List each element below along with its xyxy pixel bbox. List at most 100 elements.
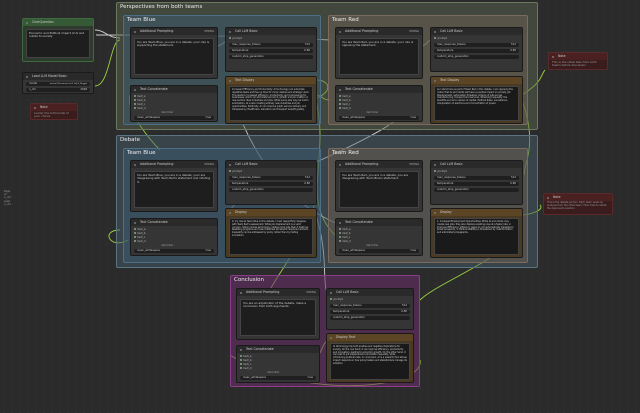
node-output-type: STRING [306,291,316,294]
llm-input-slot[interactable]: prompt [330,298,343,301]
input-slot[interactable]: text_c [339,103,351,106]
temperature-field[interactable]: temperature 0.80 [434,182,519,186]
node-title: Text Concatenate [237,346,319,353]
input-slot[interactable]: text_c [339,236,351,239]
prompt-textarea[interactable]: You are Team Red, you are in a debate, y… [339,38,419,75]
conclusion-llm-node[interactable]: Call LLM Basic prompt max_response_token… [326,288,414,330]
input-slot[interactable]: text_c [240,363,252,366]
stop-field[interactable]: custom_stop_generation [434,55,519,59]
conclusion-display-node[interactable]: Display Text AI technology has both posi… [326,333,414,383]
load-llm-node[interactable]: Load LLM Model Basic model mistral-7b-ins… [22,72,94,94]
node-title: Text Concatenate [131,219,217,226]
llm-input-slot[interactable]: prompt [434,37,447,40]
node-title: Display [431,209,522,216]
input-slot[interactable]: text_a [134,228,146,231]
red-llm-node[interactable]: Call LLM Basic prompt max_response_token… [430,27,523,72]
display-textarea[interactable]: Increased Efficiency and Productivity: A… [229,86,313,121]
stop-field[interactable]: custom_stop_generation [330,316,410,320]
red-debate-concat-node[interactable]: Text Concatenate text_a text_b text_c te… [335,218,423,256]
input-slot[interactable]: text_c [134,103,146,106]
note-text: This is the initial take from both teams… [552,60,597,68]
conclusion-concat-node[interactable]: Text Concatenate text_a text_b text_c te… [236,345,320,383]
max-tokens-field[interactable]: max_response_tokens 512 [330,304,410,308]
model-select[interactable]: model mistral-7b-instruct-v0.2.Q4_K_M.ggu… [26,82,90,86]
input-slot[interactable]: text_c [134,236,146,239]
conclusion-prompt-node[interactable]: Additional Prompting STRING You are an ad… [236,288,320,340]
red-debate-prompt-node[interactable]: Additional Prompting STRING You are Team … [335,160,423,212]
input-slot[interactable]: text_d [240,367,252,370]
input-slot[interactable]: text_a [339,95,351,98]
llm-input-slot[interactable]: prompt [434,170,447,173]
note-initial-take[interactable]: Note This is the initial take from both … [548,52,608,70]
max-tokens-field[interactable]: max_response_tokens 512 [229,43,313,47]
temperature-field[interactable]: temperature 0.80 [229,182,313,186]
blue-debate-llm-node[interactable]: Call LLM Basic prompt max_response_token… [225,160,317,205]
prompt-textarea[interactable]: You are Team Red, you are in a debate, y… [339,171,419,208]
display-textarea[interactable]: As I stand here as part of Team Red in t… [434,86,519,121]
question-textarea[interactable]: Economic and Political impact of AI and … [26,29,90,58]
max-tokens-field[interactable]: max_response_tokens 512 [434,43,519,47]
field-value: mistral-7b-instruct-v0.2.Q4_K_M.gguf [49,83,87,85]
blue-display-node[interactable]: Text Display Increased Efficiency and Pr… [225,76,317,124]
blue-debate-display-node[interactable]: Display In my role as Team Blue in this … [225,208,317,258]
prompt-textarea[interactable]: You are an adjudicator of the debate, ma… [240,299,316,336]
input-slot[interactable]: text_b [339,232,351,235]
display-textarea[interactable]: In my role as Team Blue in this debate, … [229,218,313,255]
chat-question-node[interactable]: ChatQuestion Economic and Political impa… [22,18,94,62]
stop-field[interactable]: custom_stop_generation [229,188,313,192]
field-label: max_response_tokens [232,43,261,46]
stop-field[interactable]: custom_stop_generation [434,188,519,192]
input-slot[interactable]: text_d [134,107,146,110]
note-debate[interactable]: Note This is the debate portion. Each te… [543,193,613,215]
red-display-node[interactable]: Text Display As I stand here as part of … [430,76,523,124]
red-debate-llm-node[interactable]: Call LLM Basic prompt max_response_token… [430,160,523,205]
llm-input-slot[interactable]: prompt [229,37,242,40]
delimiter-label: delimiter [267,370,280,374]
max-tokens-field[interactable]: max_response_tokens 512 [434,176,519,180]
input-slot[interactable]: text_d [339,240,351,243]
input-slot[interactable]: text_d [339,107,351,110]
field-value: true [410,116,416,119]
input-slot[interactable]: text_b [134,232,146,235]
prompt-textarea[interactable]: You are Team Blue, you are in a debate, … [134,171,214,208]
max-tokens-field[interactable]: max_response_tokens 512 [229,176,313,180]
clean-whitespace-toggle[interactable]: clean_whitespace true [339,249,419,253]
display-textarea[interactable]: 1. Increased Employment Opportunities: W… [434,218,519,255]
field-label: max_response_tokens [333,304,362,307]
input-slot[interactable]: text_a [240,355,252,358]
red-prompt-node[interactable]: Additional Prompting STRING You are Team … [335,27,423,79]
blue-debate-concat-node[interactable]: Text Concatenate text_a text_b text_c te… [130,218,218,256]
llm-input-slot[interactable]: prompt [229,170,242,173]
input-slot[interactable]: text_b [240,359,252,362]
field-value: 512 [305,43,310,46]
red-concat-node[interactable]: Text Concatenate text_a text_b text_c te… [335,85,423,122]
node-title: ChatQuestion [23,19,93,26]
blue-concat-node[interactable]: Text Concatenate text_a text_b text_c te… [130,85,218,122]
temperature-field[interactable]: temperature 0.80 [330,310,410,314]
field-label: n_ctx [29,88,36,91]
stop-field[interactable]: custom_stop_generation [229,55,313,59]
display-textarea[interactable]: AI technology has both positive and nega… [330,343,410,380]
input-slot[interactable]: text_a [339,228,351,231]
field-value: 0.80 [510,182,516,185]
clean-whitespace-toggle[interactable]: clean_whitespace true [134,116,214,120]
input-slot[interactable]: text_b [339,99,351,102]
input-slot[interactable]: text_a [134,95,146,98]
blue-llm-node[interactable]: Call LLM Basic prompt max_response_token… [225,27,317,72]
clean-whitespace-toggle[interactable]: clean_whitespace true [339,116,419,120]
blue-prompt-node[interactable]: Additional Prompting STRING You are Team … [130,27,218,79]
field-value: 512 [305,176,310,179]
clean-whitespace-toggle[interactable]: clean_whitespace true [134,249,214,253]
node-title: Display Text [327,334,413,341]
red-debate-display-node[interactable]: Display 1. Increased Employment Opportun… [430,208,523,258]
field-label: temperature [232,49,249,52]
input-slot[interactable]: text_b [134,99,146,102]
prompt-textarea[interactable]: You are Team Blue, you are in a debate, … [134,38,214,75]
clean-whitespace-toggle[interactable]: clean_whitespace true [240,376,316,380]
input-slot[interactable]: text_d [134,240,146,243]
temperature-field[interactable]: temperature 0.80 [229,49,313,53]
note-loader[interactable]: Note Loader the LLM model of your choice [30,103,78,120]
blue-debate-prompt-node[interactable]: Additional Prompting STRING You are Team … [130,160,218,212]
temperature-field[interactable]: temperature 0.80 [434,49,519,53]
n-ctx-field[interactable]: n_ctx 2048 [26,88,90,92]
